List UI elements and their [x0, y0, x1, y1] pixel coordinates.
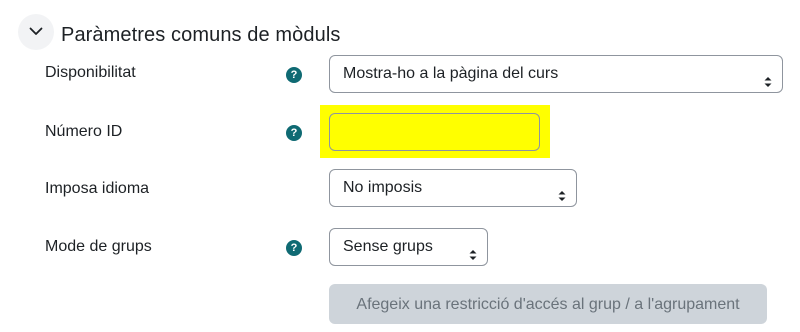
id-number-input[interactable]	[329, 113, 540, 151]
collapse-toggle-button[interactable]	[18, 14, 54, 50]
add-group-restriction-button[interactable]: Afegeix una restricció d'accés al grup /…	[329, 284, 767, 324]
group-mode-label: Mode de grups	[45, 238, 152, 255]
select-caret-icon	[763, 67, 773, 87]
id-number-help-icon[interactable]: ?	[286, 125, 302, 141]
availability-label: Disponibilitat	[45, 64, 136, 81]
force-language-select[interactable]: No imposis	[329, 169, 577, 207]
select-caret-icon	[468, 240, 478, 260]
group-mode-select-value: Sense grups	[343, 238, 433, 255]
group-mode-select[interactable]: Sense grups	[329, 228, 488, 266]
chevron-down-icon	[29, 23, 43, 41]
availability-select[interactable]: Mostra-ho a la pàgina del curs	[329, 55, 783, 93]
section-header: Paràmetres comuns de mòduls	[18, 14, 341, 50]
group-mode-help-icon[interactable]: ?	[286, 240, 302, 256]
id-number-label: Número ID	[45, 123, 123, 140]
select-caret-icon	[557, 181, 567, 201]
force-language-label: Imposa idioma	[45, 180, 150, 197]
availability-help-icon[interactable]: ?	[286, 67, 302, 83]
section-title: Paràmetres comuns de mòduls	[61, 23, 341, 46]
availability-select-value: Mostra-ho a la pàgina del curs	[343, 65, 559, 82]
force-language-select-value: No imposis	[343, 179, 423, 196]
